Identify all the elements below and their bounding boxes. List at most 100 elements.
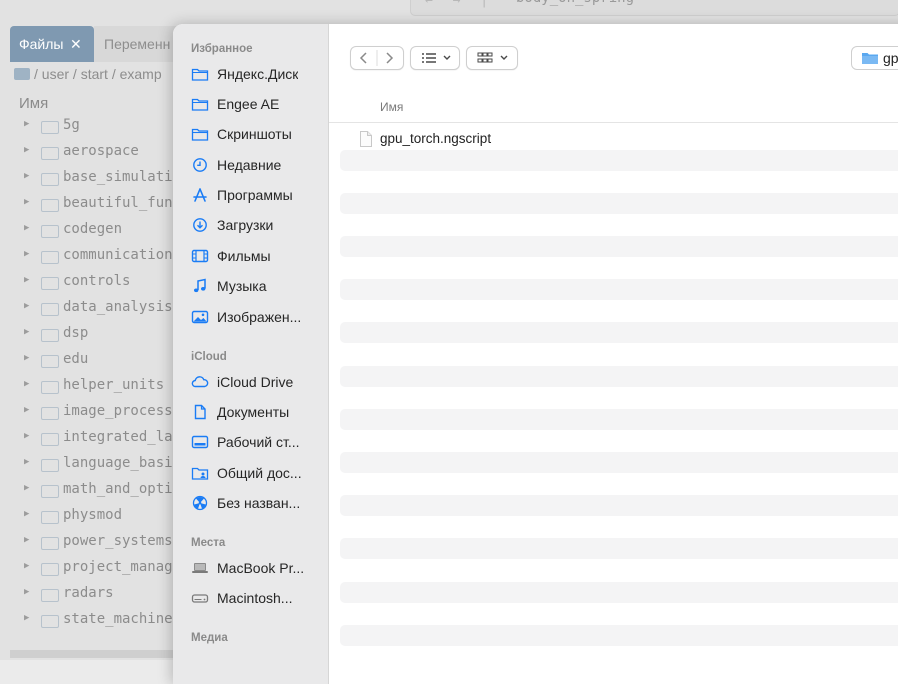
tree-item-label: dsp bbox=[63, 325, 89, 341]
tree-item[interactable]: ▶ state_machine bbox=[0, 608, 180, 634]
expand-icon[interactable]: ▶ bbox=[24, 275, 29, 285]
file-row[interactable]: gpu_torch.ngscript bbox=[340, 127, 898, 149]
sidebar-item-pictures[interactable]: Изображен... bbox=[191, 305, 323, 329]
sidebar-item-untitled[interactable]: Без назван... bbox=[191, 491, 323, 515]
tree-item[interactable]: ▶ data_analysis bbox=[0, 296, 180, 322]
document-icon bbox=[360, 131, 372, 147]
expand-icon[interactable]: ▶ bbox=[24, 535, 29, 545]
sidebar-item-downloads[interactable]: Загрузки bbox=[191, 213, 323, 237]
expand-icon[interactable]: ▶ bbox=[24, 119, 29, 129]
expand-icon[interactable]: ▶ bbox=[24, 483, 29, 493]
tree-item[interactable]: ▶ math_and_optim bbox=[0, 478, 182, 504]
expand-icon[interactable]: ▶ bbox=[24, 509, 29, 519]
apps-icon bbox=[191, 187, 209, 203]
sidebar-item-desktop[interactable]: Рабочий ст... bbox=[191, 430, 323, 454]
expand-icon[interactable]: ▶ bbox=[24, 223, 29, 233]
tree-item[interactable]: ▶ communication bbox=[0, 244, 180, 270]
tree-item-label: communication bbox=[63, 247, 173, 263]
expand-icon[interactable]: ▶ bbox=[24, 327, 29, 337]
expand-icon[interactable]: ▶ bbox=[24, 561, 29, 571]
expand-icon[interactable]: ▶ bbox=[24, 145, 29, 155]
tree-item[interactable]: ▶ aerospace bbox=[0, 140, 180, 166]
empty-row bbox=[340, 452, 898, 473]
tree-item[interactable]: ▶ physmod bbox=[0, 504, 180, 530]
dialog-content: gp Имя gpu_torch.ngscript bbox=[329, 24, 898, 684]
sidebar-item-recents[interactable]: Недавние bbox=[191, 153, 323, 177]
sidebar-item-label: Рабочий ст... bbox=[217, 434, 300, 450]
empty-row bbox=[340, 366, 898, 387]
sidebar-item-music[interactable]: Музыка bbox=[191, 274, 323, 298]
sidebar-item-screenshots[interactable]: Скриншоты bbox=[191, 122, 323, 146]
folder-icon bbox=[41, 485, 59, 498]
folder-icon bbox=[41, 121, 59, 134]
tree-item[interactable]: ▶ controls bbox=[0, 270, 180, 296]
group-by-button[interactable] bbox=[466, 46, 518, 70]
tree-item-label: helper_units bbox=[63, 377, 165, 393]
tree-item[interactable]: ▶ radars bbox=[0, 582, 180, 608]
name-column-header[interactable]: Имя bbox=[329, 92, 898, 123]
sidebar-section-icloud: iCloud bbox=[191, 351, 227, 363]
breadcrumb-item[interactable]: user bbox=[42, 66, 69, 82]
breadcrumb: / user / start / examp bbox=[14, 66, 162, 86]
tree-column-header: Имя bbox=[19, 95, 49, 112]
empty-row bbox=[340, 409, 898, 430]
open-file-dialog: Избранное Яндекс.Диск Engee AE Скриншоты… bbox=[173, 24, 898, 684]
sidebar-item-movies[interactable]: Фильмы bbox=[191, 244, 323, 268]
folder-icon bbox=[41, 277, 59, 290]
expand-icon[interactable]: ▶ bbox=[24, 431, 29, 441]
breadcrumb-item[interactable]: examp bbox=[120, 66, 162, 82]
expand-icon[interactable]: ▶ bbox=[24, 457, 29, 467]
tree-item-label: math_and_optim bbox=[63, 481, 182, 497]
expand-icon[interactable]: ▶ bbox=[24, 197, 29, 207]
expand-icon[interactable]: ▶ bbox=[24, 379, 29, 389]
tree-item[interactable]: ▶ language_basic bbox=[0, 452, 181, 478]
folder-icon bbox=[41, 355, 59, 368]
list-view-icon bbox=[422, 53, 451, 63]
sidebar-item-macintosh-hd[interactable]: Macintosh... bbox=[191, 586, 323, 610]
empty-row bbox=[340, 495, 898, 516]
view-list-button[interactable] bbox=[410, 46, 460, 70]
breadcrumb-sep: / bbox=[34, 66, 38, 82]
tree-item-label: codegen bbox=[63, 221, 123, 237]
sidebar-item-yandex-disk[interactable]: Яндекс.Диск bbox=[191, 62, 323, 86]
folder-icon bbox=[41, 511, 59, 524]
sidebar-item-documents[interactable]: Документы bbox=[191, 400, 323, 424]
tab-close-icon[interactable]: ✕ bbox=[70, 26, 82, 62]
empty-row bbox=[340, 538, 898, 559]
tree-item[interactable]: ▶ codegen bbox=[0, 218, 180, 244]
tree-item[interactable]: ▶ edu bbox=[0, 348, 180, 374]
music-icon bbox=[191, 278, 209, 294]
clock-icon bbox=[191, 157, 209, 173]
expand-icon[interactable]: ▶ bbox=[24, 613, 29, 623]
tree-item[interactable]: ▶ project_manag bbox=[0, 556, 180, 582]
chevron-left-icon[interactable] bbox=[351, 47, 403, 69]
tab-files[interactable]: Файлы ✕ bbox=[10, 26, 94, 62]
tab-variables-label: Переменн bbox=[104, 36, 171, 52]
expand-icon[interactable]: ▶ bbox=[24, 171, 29, 181]
tree-item[interactable]: ▶ power_systems bbox=[0, 530, 180, 556]
sidebar-item-label: MacBook Pr... bbox=[217, 560, 305, 576]
sidebar-item-label: Музыка bbox=[217, 278, 267, 294]
expand-icon[interactable]: ▶ bbox=[24, 405, 29, 415]
sidebar-item-shared[interactable]: Общий дос... bbox=[191, 461, 323, 485]
expand-icon[interactable]: ▶ bbox=[24, 587, 29, 597]
sidebar-item-macbook[interactable]: MacBook Pr... bbox=[191, 556, 323, 580]
document-icon bbox=[191, 404, 209, 420]
tree-item[interactable]: ▶ beautiful_func bbox=[0, 192, 181, 218]
tree-item[interactable]: ▶ helper_units bbox=[0, 374, 180, 400]
tree-item[interactable]: ▶ 5g bbox=[0, 114, 180, 140]
tree-item[interactable]: ▶ dsp bbox=[0, 322, 180, 348]
expand-icon[interactable]: ▶ bbox=[24, 249, 29, 259]
location-popup-button[interactable]: gp bbox=[851, 46, 898, 70]
breadcrumb-item[interactable]: start bbox=[81, 66, 108, 82]
sidebar-item-engee-ae[interactable]: Engee AE bbox=[191, 92, 323, 116]
sidebar-item-applications[interactable]: Программы bbox=[191, 183, 323, 207]
tree-item[interactable]: ▶ base_simulatio bbox=[0, 166, 181, 192]
expand-icon[interactable]: ▶ bbox=[24, 353, 29, 363]
expand-icon[interactable]: ▶ bbox=[24, 301, 29, 311]
folder-icon bbox=[191, 126, 209, 142]
tree-item[interactable]: ▶ image_process bbox=[0, 400, 180, 426]
tree-item[interactable]: ▶ integrated_la bbox=[0, 426, 180, 452]
sidebar-item-icloud-drive[interactable]: iCloud Drive bbox=[191, 370, 323, 394]
horizontal-scrollbar[interactable] bbox=[10, 650, 180, 658]
